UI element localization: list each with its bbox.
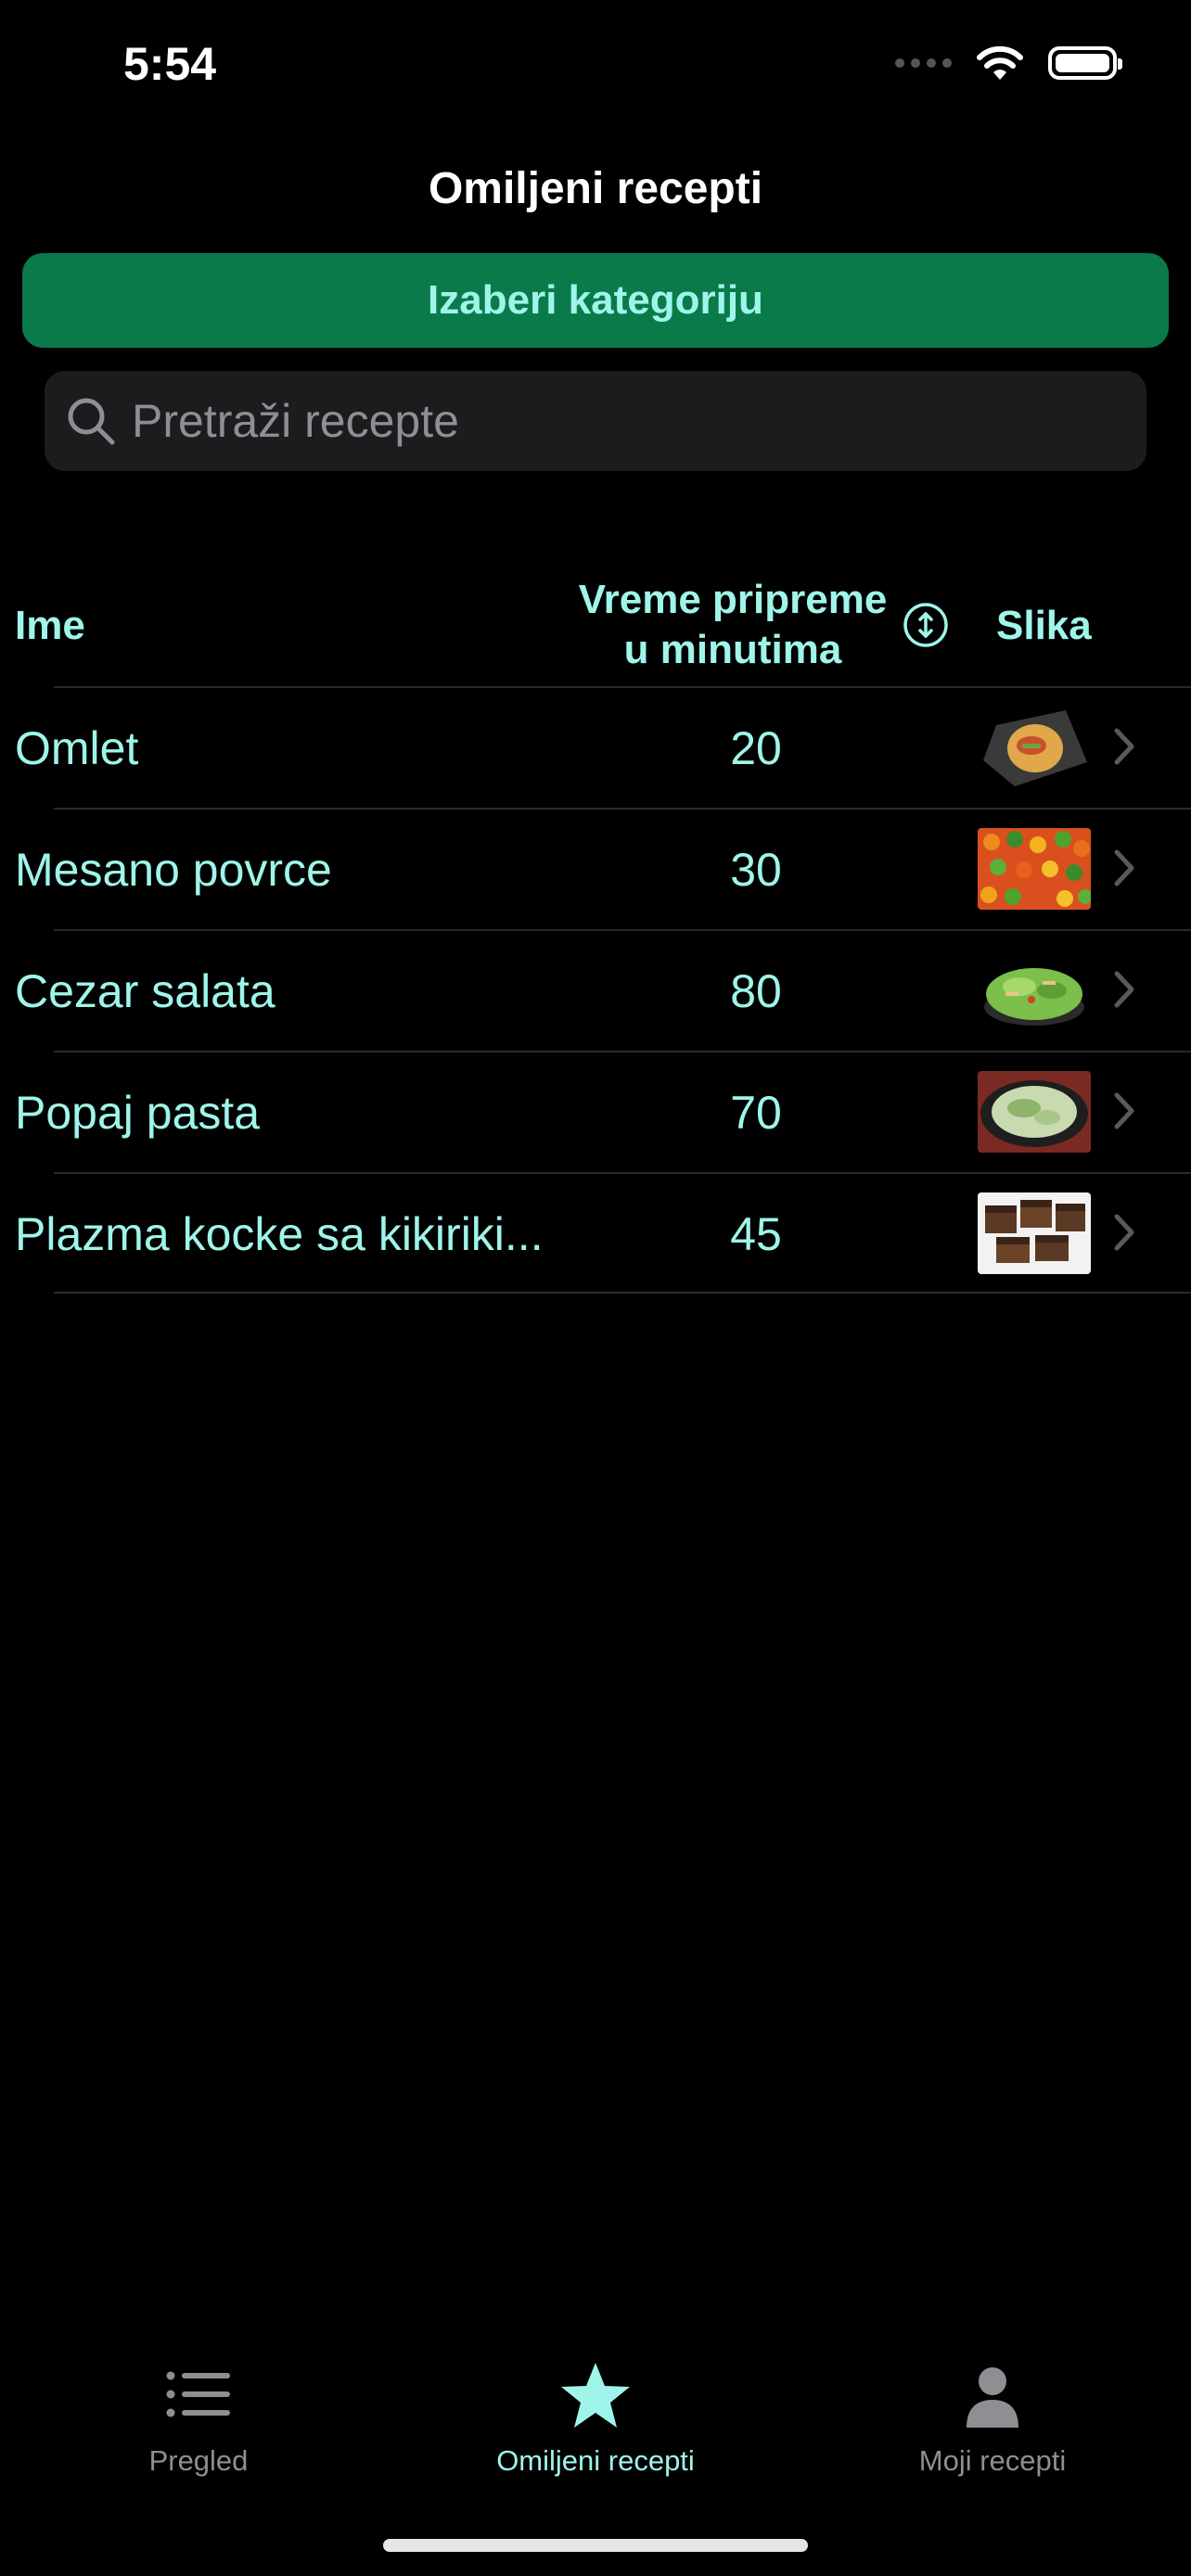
recipe-list: Omlet 20 Mesano povrce 30 Cezar salata 8… bbox=[0, 686, 1191, 1294]
chevron-right-icon bbox=[1114, 849, 1134, 886]
battery-icon bbox=[1048, 46, 1122, 80]
person-icon bbox=[967, 2367, 1018, 2428]
spinach-pasta-photo-icon bbox=[978, 1071, 1091, 1153]
recipe-name: Mesano povrce bbox=[15, 844, 332, 896]
chevron-right-icon bbox=[1114, 1214, 1134, 1251]
status-time: 5:54 bbox=[123, 38, 217, 90]
recipe-prep-time: 45 bbox=[730, 1208, 782, 1260]
tab-pregled[interactable]: Pregled bbox=[59, 2359, 338, 2478]
chevron-right-icon bbox=[1114, 728, 1134, 765]
star-icon bbox=[561, 2363, 630, 2428]
search-placeholder: Pretraži recepte bbox=[132, 395, 459, 447]
cellular-signal-icon bbox=[895, 58, 952, 68]
recipe-name: Cezar salata bbox=[15, 965, 275, 1017]
tab-label: Omiljeni recepti bbox=[496, 2444, 695, 2477]
tab-label: Moji recepti bbox=[918, 2444, 1067, 2477]
column-header-prep-time-line1: Vreme pripreme bbox=[578, 577, 888, 622]
column-header-prep-time-line2: u minutima bbox=[623, 627, 842, 672]
chevron-right-icon bbox=[1114, 971, 1134, 1008]
omelet-photo-icon bbox=[978, 707, 1091, 788]
column-header-prep-time[interactable]: Vreme pripreme u minutima bbox=[557, 575, 909, 675]
column-header-name[interactable]: Ime bbox=[15, 603, 85, 649]
status-icons bbox=[895, 45, 1122, 82]
table-row[interactable]: Omlet 20 bbox=[0, 686, 1191, 808]
recipe-name: Omlet bbox=[15, 722, 139, 774]
sort-icon[interactable] bbox=[902, 601, 950, 649]
column-header-image: Slika bbox=[996, 603, 1092, 648]
recipe-name: Plazma kocke sa kikiriki... bbox=[15, 1208, 544, 1260]
search-input[interactable]: Pretraži recepte bbox=[45, 371, 1146, 471]
tab-omiljeni-recepti[interactable]: Omiljeni recepti bbox=[456, 2359, 735, 2478]
recipe-prep-time: 80 bbox=[730, 965, 782, 1017]
recipe-prep-time: 30 bbox=[730, 844, 782, 896]
table-row[interactable]: Plazma kocke sa kikiriki... 45 bbox=[0, 1172, 1191, 1294]
tab-moji-recepti[interactable]: Moji recepti bbox=[853, 2359, 1132, 2478]
recipe-prep-time: 70 bbox=[730, 1087, 782, 1139]
search-icon bbox=[68, 398, 115, 445]
recipe-name: Popaj pasta bbox=[15, 1087, 261, 1139]
table-row[interactable]: Popaj pasta 70 bbox=[0, 1051, 1191, 1172]
home-indicator bbox=[383, 2539, 808, 2552]
status-bar: 5:54 bbox=[0, 0, 1191, 130]
chevron-right-icon bbox=[1114, 1092, 1134, 1129]
recipe-prep-time: 20 bbox=[730, 722, 782, 774]
mixed-vegetables-photo-icon bbox=[978, 828, 1091, 910]
tab-label: Pregled bbox=[148, 2444, 249, 2477]
table-row[interactable]: Mesano povrce 30 bbox=[0, 808, 1191, 929]
caesar-salad-photo-icon bbox=[978, 950, 1091, 1031]
table-header: Ime Vreme pripreme u minutima Slika bbox=[0, 566, 1191, 686]
wifi-icon bbox=[977, 45, 1023, 80]
plazma-cubes-photo-icon bbox=[978, 1192, 1091, 1274]
table-row[interactable]: Cezar salata 80 bbox=[0, 929, 1191, 1051]
choose-category-button[interactable]: Izaberi kategoriju bbox=[22, 253, 1169, 348]
page-title: Omiljeni recepti bbox=[428, 164, 763, 213]
list-icon bbox=[166, 2371, 230, 2417]
